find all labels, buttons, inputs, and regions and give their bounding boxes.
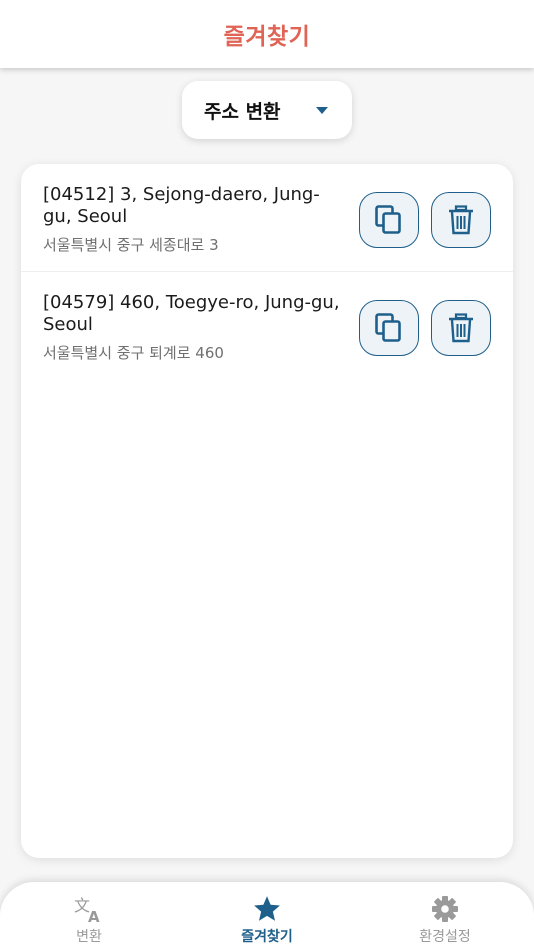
star-icon (252, 894, 282, 924)
address-korean: 서울특별시 중구 퇴계로 460 (43, 344, 224, 362)
nav-label-favorites: 즐겨찾기 (241, 929, 293, 945)
copy-button[interactable] (359, 192, 419, 248)
svg-text:A: A (88, 908, 100, 923)
copy-icon (375, 313, 401, 342)
gear-icon (431, 894, 459, 924)
trash-icon (449, 313, 473, 343)
delete-button[interactable] (431, 300, 491, 356)
nav-item-favorites[interactable]: 즐겨찾기 (222, 882, 312, 950)
address-english: [04512] 3, Sejong-daero, Jung-gu, Seoul (43, 184, 320, 227)
bottom-navigation: 文 A 변환 즐겨찾기 환경설정 (0, 882, 534, 950)
nav-item-convert[interactable]: 文 A 변환 (44, 882, 134, 950)
mode-dropdown[interactable]: 주소 변환 (182, 81, 352, 139)
nav-label-settings: 환경설정 (419, 929, 471, 945)
nav-label-convert: 변환 (76, 929, 102, 945)
nav-item-settings[interactable]: 환경설정 (400, 882, 490, 950)
copy-icon (375, 205, 401, 234)
translate-icon: 文 A (74, 894, 104, 924)
page-title: 즐겨찾기 (223, 24, 311, 50)
list-item-text: [04512] 3, Sejong-daero, Jung-gu, Seoul … (43, 184, 343, 255)
address-korean: 서울특별시 중구 세종대로 3 (43, 236, 219, 254)
copy-button[interactable] (359, 300, 419, 356)
address-english: [04579] 460, Toegye-ro, Jung-gu, Seoul (43, 292, 340, 335)
list-item-text: [04579] 460, Toegye-ro, Jung-gu, Seoul 서… (43, 292, 343, 363)
delete-button[interactable] (431, 192, 491, 248)
list-item: [04512] 3, Sejong-daero, Jung-gu, Seoul … (21, 164, 513, 272)
trash-icon (449, 205, 473, 235)
mode-dropdown-label: 주소 변환 (204, 100, 281, 123)
app-header: 즐겨찾기 (0, 0, 534, 68)
list-item: [04579] 460, Toegye-ro, Jung-gu, Seoul 서… (21, 272, 513, 380)
caret-down-icon (316, 107, 328, 114)
favorites-list: [04512] 3, Sejong-daero, Jung-gu, Seoul … (21, 164, 513, 858)
